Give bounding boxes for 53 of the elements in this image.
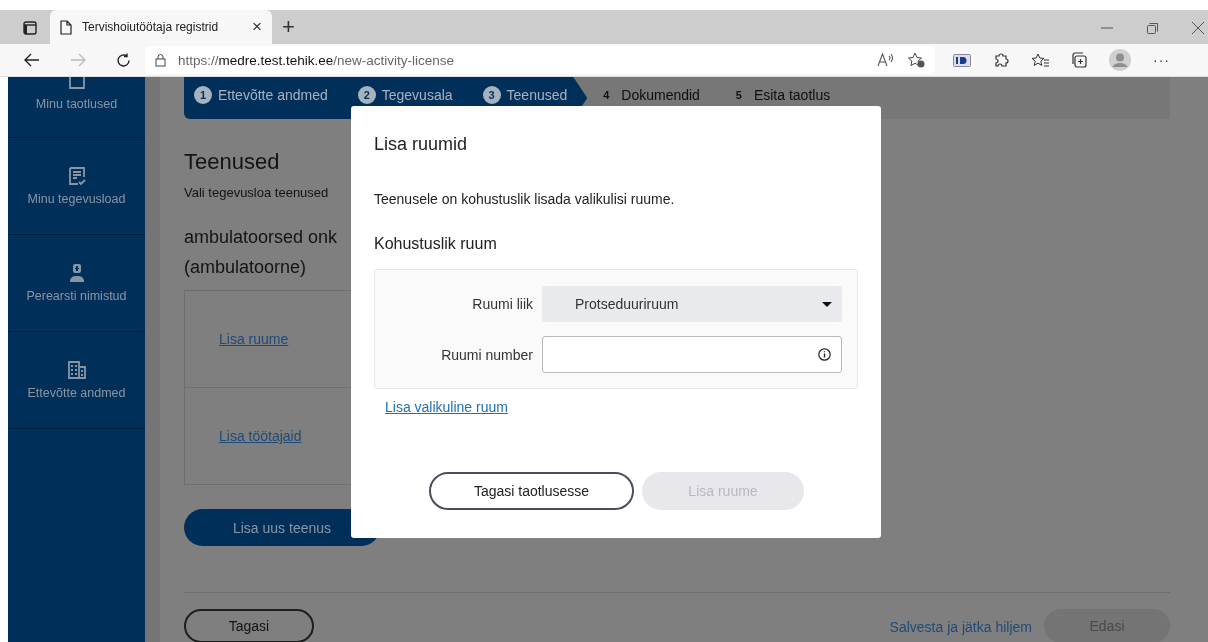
id-card-icon[interactable] [953,53,971,67]
back-button[interactable]: Tagasi [184,609,314,642]
collections-icon[interactable] [1071,52,1087,68]
room-number-field[interactable] [542,336,842,373]
add-optional-room-link[interactable]: Lisa valikuline ruum [385,399,508,415]
dialog-description: Teenusele on kohustuslik lisada valikulisi ruume. [374,191,676,207]
address-bar[interactable]: https://medre.test.tehik.ee/new-activity-license [145,46,935,74]
field-label: Ruumi liik [471,296,533,312]
step-label: Teenused [506,87,568,103]
building-icon [66,360,87,380]
browser-tab[interactable]: Tervishoiutöötaja registrid × [50,10,272,44]
save-later-link[interactable]: Salvesta ja jätka hiljem [889,619,1032,635]
close-tab-button[interactable]: × [252,17,262,37]
read-aloud-icon[interactable] [877,53,895,67]
step-number: 4 [602,88,611,103]
back-to-application-button[interactable]: Tagasi taotlusesse [429,472,634,510]
back-icon[interactable] [24,53,40,67]
service-subtitle: (ambulatoorne) [184,256,307,279]
page-subtitle: Vali tegevusloa teenused [184,185,329,200]
step-label: Ettevõtte andmed [218,87,328,103]
more-menu-button[interactable]: ··· [1153,52,1170,68]
profile-icon[interactable] [1109,49,1131,71]
service-title: ambulatoorsed onk [184,226,338,249]
service-link[interactable]: Lisa ruume [219,331,289,347]
checklist-icon [66,166,87,186]
section-title: Kohustuslik ruum [374,235,498,253]
close-icon[interactable] [1192,22,1204,34]
step-label: Dokumendid [621,87,700,103]
page-icon [60,19,72,35]
step-number: 5 [734,88,743,103]
info-icon [818,348,831,361]
new-tab-button[interactable]: + [282,14,295,40]
dialog-title: Lisa ruumid [374,134,469,155]
lock-icon [155,53,166,67]
caret-icon [822,301,832,307]
service-link[interactable]: Lisa töötajaid [219,428,302,444]
step-tab[interactable]: 1 Ettevõtte andmed [184,77,348,119]
step-label: Esita taotlus [753,87,831,103]
tab-actions-icon[interactable] [23,21,37,35]
tab-title: Tervishoiutöötaja registrid [82,20,220,34]
extensions-icon[interactable] [993,52,1009,68]
field-label: Ruumi number [440,346,533,363]
step-number: 1 [194,86,212,104]
step-number: 2 [357,86,376,104]
document-icon [66,77,87,89]
refresh-icon[interactable] [116,52,131,68]
step-label: Tegevusala [381,87,453,103]
room-type-dropdown[interactable]: Protseduuriruum [542,286,842,322]
page-title: Teenused [184,149,281,175]
favorites-icon[interactable] [1031,52,1049,68]
restore-icon[interactable] [1147,22,1158,34]
favorite-add-icon[interactable] [907,52,925,68]
step-number: 3 [482,86,501,104]
